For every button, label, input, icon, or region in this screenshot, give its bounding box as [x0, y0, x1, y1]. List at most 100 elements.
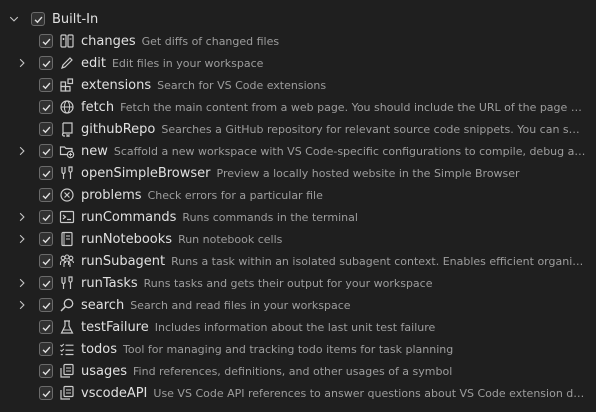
- tool-checkbox[interactable]: [39, 232, 53, 246]
- tool-checkbox[interactable]: [39, 364, 53, 378]
- tool-row-fetch[interactable]: fetch Fetch the main content from a web p…: [0, 96, 596, 118]
- tool-description: Run notebook cells: [178, 232, 283, 246]
- check-icon: [42, 236, 50, 243]
- tool-row-problems[interactable]: problems Check errors for a particular fi…: [0, 184, 596, 206]
- tool-label-wrap: runSubagent Runs a task within an isolate…: [81, 254, 586, 269]
- checklist-icon: [59, 341, 75, 357]
- tool-row-runCommands[interactable]: runCommands Runs commands in the terminal: [0, 206, 596, 228]
- chevron-right-icon[interactable]: [14, 275, 30, 291]
- group-label: Built-In: [52, 11, 99, 27]
- tool-row-edit[interactable]: edit Edit files in your workspace: [0, 52, 596, 74]
- search-icon: [59, 297, 75, 313]
- tool-checkbox[interactable]: [39, 342, 53, 356]
- tool-row-testFailure[interactable]: testFailure Includes information about th…: [0, 316, 596, 338]
- tool-description: Includes information about the last unit…: [154, 320, 436, 334]
- check-icon: [42, 324, 50, 331]
- tool-description: Searches a GitHub repository for relevan…: [161, 122, 586, 136]
- chevron-right-icon[interactable]: [14, 209, 30, 225]
- check-icon: [42, 346, 50, 353]
- tool-row-runTasks[interactable]: runTasks Runs tasks and gets their output…: [0, 272, 596, 294]
- check-icon: [42, 82, 50, 89]
- tool-name: testFailure: [81, 319, 149, 335]
- tool-row-todos[interactable]: todos Tool for managing and tracking todo…: [0, 338, 596, 360]
- tool-row-openSimpleBrowser[interactable]: openSimpleBrowser Preview a locally hoste…: [0, 162, 596, 184]
- tool-label-wrap: changes Get diffs of changed files: [81, 34, 586, 49]
- tool-name: fetch: [81, 99, 115, 115]
- tool-label-wrap: search Search and read files in your work…: [81, 298, 586, 313]
- chevron-right-icon[interactable]: [14, 55, 30, 71]
- error-circle-icon: [59, 187, 75, 203]
- tool-row-search[interactable]: search Search and read files in your work…: [0, 294, 596, 316]
- tool-description: Search for VS Code extensions: [157, 78, 327, 92]
- tool-checkbox[interactable]: [39, 34, 53, 48]
- tool-name: vscodeAPI: [81, 385, 148, 401]
- tools-icon: [59, 275, 75, 291]
- tool-checkbox[interactable]: [39, 144, 53, 158]
- tool-name: new: [81, 143, 108, 159]
- extensions-icon: [59, 77, 75, 93]
- check-icon: [42, 280, 50, 287]
- chevron-right-icon[interactable]: [14, 231, 30, 247]
- tool-name: githubRepo: [81, 121, 156, 137]
- check-icon: [42, 368, 50, 375]
- tool-description: Scaffold a new workspace with VS Code-sp…: [113, 144, 586, 158]
- tool-description: Edit files in your workspace: [111, 56, 264, 70]
- new-folder-icon: [59, 143, 75, 159]
- notebook-icon: [59, 231, 75, 247]
- tool-row-extensions[interactable]: extensions Search for VS Code extensions: [0, 74, 596, 96]
- tool-name: todos: [81, 341, 118, 357]
- tool-name: openSimpleBrowser: [81, 165, 211, 181]
- tool-label-wrap: vscodeAPI Use VS Code API references to a…: [81, 386, 586, 401]
- tool-label-wrap: runCommands Runs commands in the terminal: [81, 210, 586, 225]
- tool-checkbox[interactable]: [39, 298, 53, 312]
- references-icon: [59, 385, 75, 401]
- tool-row-runSubagent[interactable]: runSubagent Runs a task within an isolate…: [0, 250, 596, 272]
- tool-description: Fetch the main content from a web page. …: [120, 100, 586, 114]
- tool-name: usages: [81, 363, 128, 379]
- check-icon: [42, 302, 50, 309]
- check-icon: [42, 258, 50, 265]
- tool-description: Runs tasks and gets their output for you…: [143, 276, 433, 290]
- tool-row-changes[interactable]: changes Get diffs of changed files: [0, 30, 596, 52]
- tool-checkbox[interactable]: [39, 276, 53, 290]
- tool-row-usages[interactable]: usages Find references, definitions, and …: [0, 360, 596, 382]
- tool-checkbox[interactable]: [39, 188, 53, 202]
- tool-checkbox[interactable]: [39, 320, 53, 334]
- tool-row-githubRepo[interactable]: githubRepo Searches a GitHub repository f…: [0, 118, 596, 140]
- check-icon: [42, 148, 50, 155]
- tool-row-vscodeAPI[interactable]: vscodeAPI Use VS Code API references to a…: [0, 382, 596, 404]
- repo-icon: [59, 121, 75, 137]
- tool-row-runNotebooks[interactable]: runNotebooks Run notebook cells: [0, 228, 596, 250]
- organization-icon: [59, 253, 75, 269]
- tool-checkbox[interactable]: [39, 386, 53, 400]
- tool-name: search: [81, 297, 125, 313]
- tool-name: runTasks: [81, 275, 138, 291]
- tool-description: Use VS Code API references to answer que…: [153, 386, 586, 400]
- group-checkbox[interactable]: [31, 12, 45, 26]
- chevron-down-icon[interactable]: [6, 11, 22, 27]
- check-icon: [42, 192, 50, 199]
- tool-checkbox[interactable]: [39, 254, 53, 268]
- tool-checkbox[interactable]: [39, 78, 53, 92]
- tool-checkbox[interactable]: [39, 166, 53, 180]
- tool-checkbox[interactable]: [39, 56, 53, 70]
- tool-description: Runs commands in the terminal: [182, 210, 358, 224]
- tool-label-wrap: problems Check errors for a particular fi…: [81, 188, 586, 203]
- tool-checkbox[interactable]: [39, 100, 53, 114]
- tool-name: edit: [81, 55, 106, 71]
- tool-row-new[interactable]: new Scaffold a new workspace with VS Code…: [0, 140, 596, 162]
- tool-checkbox[interactable]: [39, 210, 53, 224]
- tool-label-wrap: githubRepo Searches a GitHub repository f…: [81, 122, 586, 137]
- chevron-right-icon[interactable]: [14, 143, 30, 159]
- tool-label-wrap: testFailure Includes information about th…: [81, 320, 586, 335]
- tool-label-wrap: edit Edit files in your workspace: [81, 56, 586, 71]
- tool-label-wrap: extensions Search for VS Code extensions: [81, 78, 586, 93]
- tool-checkbox[interactable]: [39, 122, 53, 136]
- group-row-built-in[interactable]: Built-In: [0, 8, 596, 30]
- diff-icon: [59, 33, 75, 49]
- tool-name: runCommands: [81, 209, 177, 225]
- tool-label-wrap: fetch Fetch the main content from a web p…: [81, 100, 586, 115]
- check-icon: [42, 390, 50, 397]
- check-icon: [42, 214, 50, 221]
- chevron-right-icon[interactable]: [14, 297, 30, 313]
